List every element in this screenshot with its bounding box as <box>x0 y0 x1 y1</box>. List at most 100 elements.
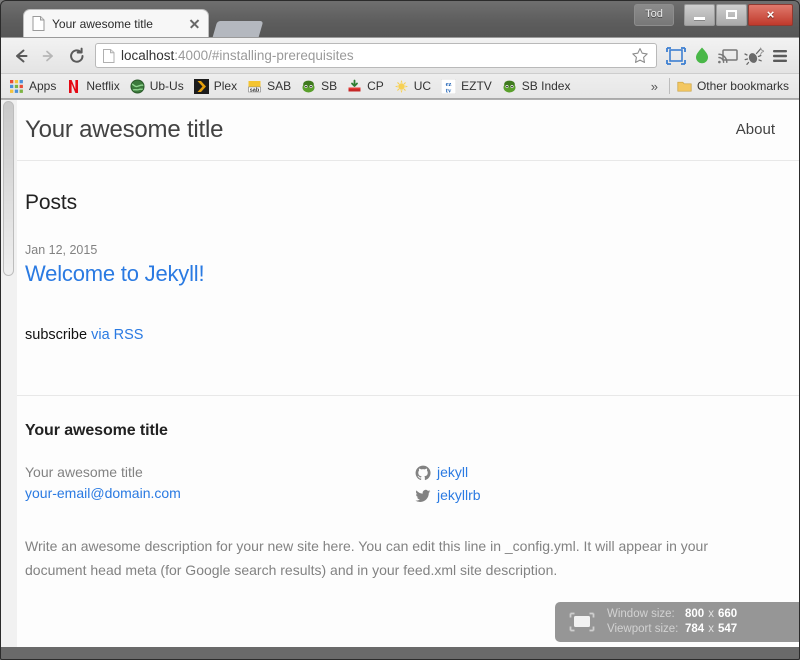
tod-button[interactable]: Tod <box>634 4 674 26</box>
green-drop-icon <box>696 47 708 63</box>
bookmark-label: Netflix <box>86 79 120 93</box>
nav-link-about[interactable]: About <box>736 121 775 138</box>
window-resizer-extension-button[interactable] <box>663 43 689 69</box>
browser-titlebar: Your awesome title Tod × <box>1 1 799 37</box>
bug-icon <box>744 46 764 65</box>
post-date: Jan 12, 2015 <box>25 243 98 257</box>
browser-toolbar: localhost:4000/#installing-prerequisites <box>1 37 799 73</box>
bookmark-sb[interactable]: SB <box>297 77 343 96</box>
apps-grid-icon <box>9 79 24 94</box>
resizer-readout: Window size: 800 x 660 Viewport size: 78… <box>607 607 737 637</box>
post-title-link[interactable]: Welcome to Jekyll! <box>25 261 205 287</box>
svg-text:tv: tv <box>446 87 452 94</box>
bookmark-sb-index[interactable]: SB Index <box>498 77 577 96</box>
twitter-handle-link[interactable]: jekyllrb <box>437 485 481 506</box>
rss-link[interactable]: via RSS <box>91 327 143 343</box>
page-favicon-icon <box>32 16 45 31</box>
browser-window: Your awesome title Tod × localhost:4000/… <box>0 0 800 660</box>
address-bar[interactable]: localhost:4000/#installing-prerequisites <box>95 43 657 68</box>
bug-extension-button[interactable] <box>741 43 767 69</box>
address-bar-url: localhost:4000/#installing-prerequisites <box>121 48 631 64</box>
bookmark-label: UC <box>413 79 432 93</box>
bookmark-label: SAB <box>267 79 292 93</box>
folder-icon <box>677 79 692 94</box>
viewport-size-label: Viewport size: <box>607 623 679 635</box>
bookmark-ub-us[interactable]: Ub-Us <box>126 77 190 96</box>
back-arrow-icon <box>16 49 28 62</box>
bookmark-plex[interactable]: Plex <box>190 77 243 96</box>
usenet-crawler-icon <box>394 79 409 94</box>
bookmark-netflix[interactable]: Netflix <box>62 77 125 96</box>
web-page-content: Your awesome title About Posts Jan 12, 2… <box>17 100 799 647</box>
green-drop-extension-button[interactable] <box>689 43 715 69</box>
viewport-height-value: 547 <box>717 623 738 635</box>
scrollbar-thumb[interactable] <box>3 101 14 276</box>
close-window-button[interactable]: × <box>748 4 793 26</box>
minimize-button[interactable] <box>684 4 715 26</box>
new-tab-button[interactable] <box>212 21 264 37</box>
svg-text:sab: sab <box>250 87 260 93</box>
minimize-icon <box>694 17 705 20</box>
footer-columns: Your awesome title your-email@domain.com <box>25 462 775 508</box>
bookmark-apps[interactable]: Apps <box>5 77 62 96</box>
vertical-scrollbar[interactable] <box>1 100 18 647</box>
forward-arrow-icon <box>42 50 53 61</box>
github-handle-link[interactable]: jekyll <box>437 462 468 483</box>
site-footer: Your awesome title Your awesome title yo… <box>17 395 799 582</box>
footer-email-link[interactable]: your-email@domain.com <box>25 485 181 501</box>
forward-button[interactable] <box>35 42 63 70</box>
bookmark-label: CP <box>367 79 384 93</box>
viewport-size-row: Viewport size: 784 x 547 <box>607 622 737 637</box>
bookmark-label: SB <box>321 79 338 93</box>
subscribe-line: subscribe via RSS <box>25 327 775 343</box>
sickbeard-icon <box>502 79 517 94</box>
bookmark-label: EZTV <box>461 79 492 93</box>
close-tab-icon[interactable] <box>187 16 202 31</box>
monitor-icon <box>569 612 595 632</box>
bookmark-label: Ub-Us <box>149 79 184 93</box>
browser-tab[interactable]: Your awesome title <box>23 9 209 37</box>
social-row-twitter: jekyllrb <box>415 485 615 506</box>
window-resizer-overlay: Window size: 800 x 660 Viewport size: 78… <box>555 602 799 642</box>
footer-social-column: jekyll jekyllrb <box>415 462 615 508</box>
bookmark-label: Plex <box>213 79 238 93</box>
chrome-menu-button[interactable] <box>767 43 793 69</box>
window-size-separator: x <box>708 608 714 620</box>
viewport-size-separator: x <box>708 623 714 635</box>
footer-heading: Your awesome title <box>25 422 168 439</box>
footer-spacer-column <box>615 462 775 508</box>
bookmark-label: Apps <box>29 79 57 93</box>
bookmark-eztv[interactable]: ez tv EZTV <box>437 77 498 96</box>
bookmark-star-icon[interactable] <box>631 47 649 65</box>
bookmark-other-bookmarks[interactable]: Other bookmarks <box>673 77 795 96</box>
footer-contact-email-line: your-email@domain.com <box>25 483 415 504</box>
maximize-button[interactable] <box>716 4 747 26</box>
window-height-value: 660 <box>717 608 738 620</box>
window-resizer-icon <box>666 46 686 65</box>
browser-tab-title: Your awesome title <box>52 16 153 31</box>
footer-contact-name: Your awesome title <box>25 464 143 480</box>
footer-description: Write an awesome description for your ne… <box>25 538 708 578</box>
sickbeard-icon <box>301 79 316 94</box>
bookmark-sab[interactable]: sab SAB <box>243 77 297 96</box>
window-controls: Tod × <box>634 4 793 26</box>
social-row-github: jekyll <box>415 462 615 483</box>
bookmark-cp[interactable]: CP <box>343 77 390 96</box>
back-button[interactable] <box>7 42 35 70</box>
bookmarks-overflow-button[interactable]: » <box>643 79 666 94</box>
couchpotato-icon <box>347 79 362 94</box>
url-path: :4000/#installing-prerequisites <box>174 47 354 63</box>
site-header: Your awesome title About <box>17 100 799 161</box>
url-host: localhost <box>121 47 175 63</box>
sabnzbd-icon: sab <box>247 79 262 94</box>
hamburger-menu-icon <box>773 49 787 62</box>
page-title: Your awesome title <box>25 116 224 143</box>
cast-button[interactable] <box>715 43 741 69</box>
bookmark-uc[interactable]: UC <box>390 77 437 96</box>
window-width-value: 800 <box>685 608 705 620</box>
site-nav: About <box>736 121 775 139</box>
netflix-icon <box>66 79 81 94</box>
window-size-row: Window size: 800 x 660 <box>607 607 737 622</box>
reload-button[interactable] <box>63 42 91 70</box>
close-icon: × <box>766 7 775 22</box>
